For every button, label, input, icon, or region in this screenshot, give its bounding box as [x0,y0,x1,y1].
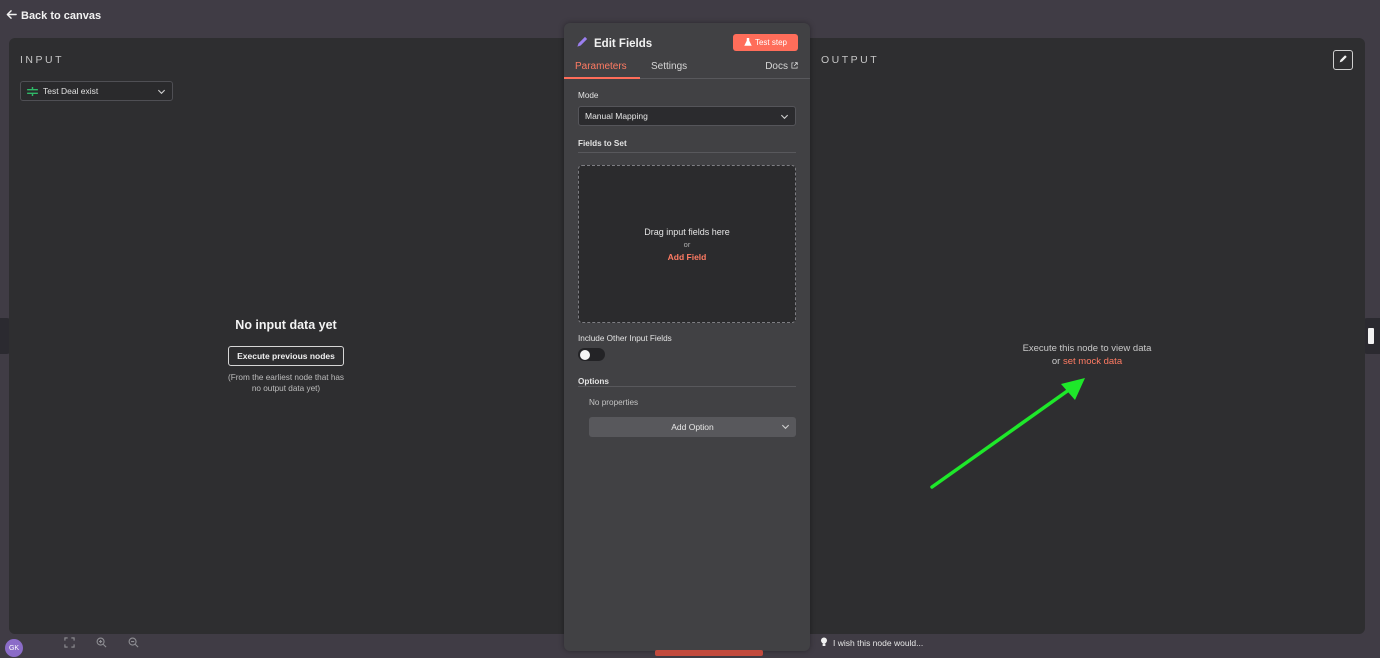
node-title[interactable]: Edit Fields [594,38,652,50]
execute-previous-nodes-button[interactable]: Execute previous nodes [228,346,344,366]
node-header: Edit Fields [576,35,652,53]
flask-icon [744,37,752,48]
feedback-link[interactable]: I wish this node would... [820,637,923,649]
bottom-indicator [655,650,763,656]
fields-dropzone[interactable]: Drag input fields here or Add Field [578,165,796,323]
input-node-select[interactable]: Test Deal exist [20,81,173,101]
fields-to-set-label: Fields to Set [578,139,627,148]
include-other-fields-label: Include Other Input Fields [578,334,672,343]
divider [578,152,796,153]
chevron-down-icon [780,112,789,121]
node-type-icon [27,86,38,96]
mode-label: Mode [578,91,599,100]
mode-select-value: Manual Mapping [585,111,648,121]
pencil-icon [1338,51,1348,69]
back-to-canvas-label: Back to canvas [21,10,102,22]
add-option-label: Add Option [671,422,714,432]
docs-label: Docs [765,61,788,72]
pencil-icon [576,35,589,53]
divider [578,386,796,387]
canvas-zoom-controls [60,633,142,651]
chevron-down-icon [157,87,166,96]
output-panel-title: OUTPUT [821,54,880,66]
chevron-down-icon [781,422,790,431]
tab-parameters[interactable]: Parameters [575,61,627,72]
output-empty-state: Execute this node to view data or set mo… [987,342,1187,368]
docs-link[interactable]: Docs [765,61,798,72]
input-empty-title: No input data yet [235,318,337,332]
input-empty-state: No input data yet Execute previous nodes… [186,318,386,394]
fit-view-icon[interactable] [60,633,78,651]
node-settings-panel: Edit Fields Test step Parameters Setting… [564,23,810,651]
active-tab-indicator [564,77,640,79]
dropzone-or: or [683,239,691,249]
input-hint-line2: no output data yet) [251,384,321,393]
zoom-in-icon[interactable] [92,633,110,651]
tab-settings[interactable]: Settings [651,61,687,72]
test-step-button[interactable]: Test step [733,34,798,51]
node-tabs: Parameters Settings Docs [564,59,810,79]
zoom-out-icon[interactable] [124,633,142,651]
edit-output-button[interactable] [1333,50,1353,70]
add-field-link[interactable]: Add Field [668,252,707,262]
no-properties-text: No properties [589,398,639,407]
output-or-label: or [1051,356,1061,367]
set-mock-data-link[interactable]: set mock data [1063,356,1122,367]
add-option-button[interactable]: Add Option [589,417,796,437]
arrow-left-icon [6,9,17,23]
lightbulb-icon [820,637,828,649]
external-link-icon [791,61,798,72]
input-hint-line1: (From the earliest node that has [227,373,345,382]
test-step-label: Test step [754,38,787,47]
input-panel-title: INPUT [20,54,64,66]
output-empty-text: Execute this node to view data [1022,343,1152,354]
mode-select[interactable]: Manual Mapping [578,106,796,126]
feedback-label: I wish this node would... [833,638,924,648]
toggle-knob [580,349,590,360]
input-node-select-value: Test Deal exist [43,86,99,96]
avatar[interactable]: GK [5,639,23,657]
back-to-canvas-link[interactable]: Back to canvas [6,9,101,23]
include-other-fields-toggle[interactable] [578,348,605,361]
annotation-arrow [930,378,1085,489]
dropzone-text: Drag input fields here [644,226,730,237]
options-label: Options [578,377,609,386]
input-empty-hint: (From the earliest node that has no outp… [186,372,386,394]
